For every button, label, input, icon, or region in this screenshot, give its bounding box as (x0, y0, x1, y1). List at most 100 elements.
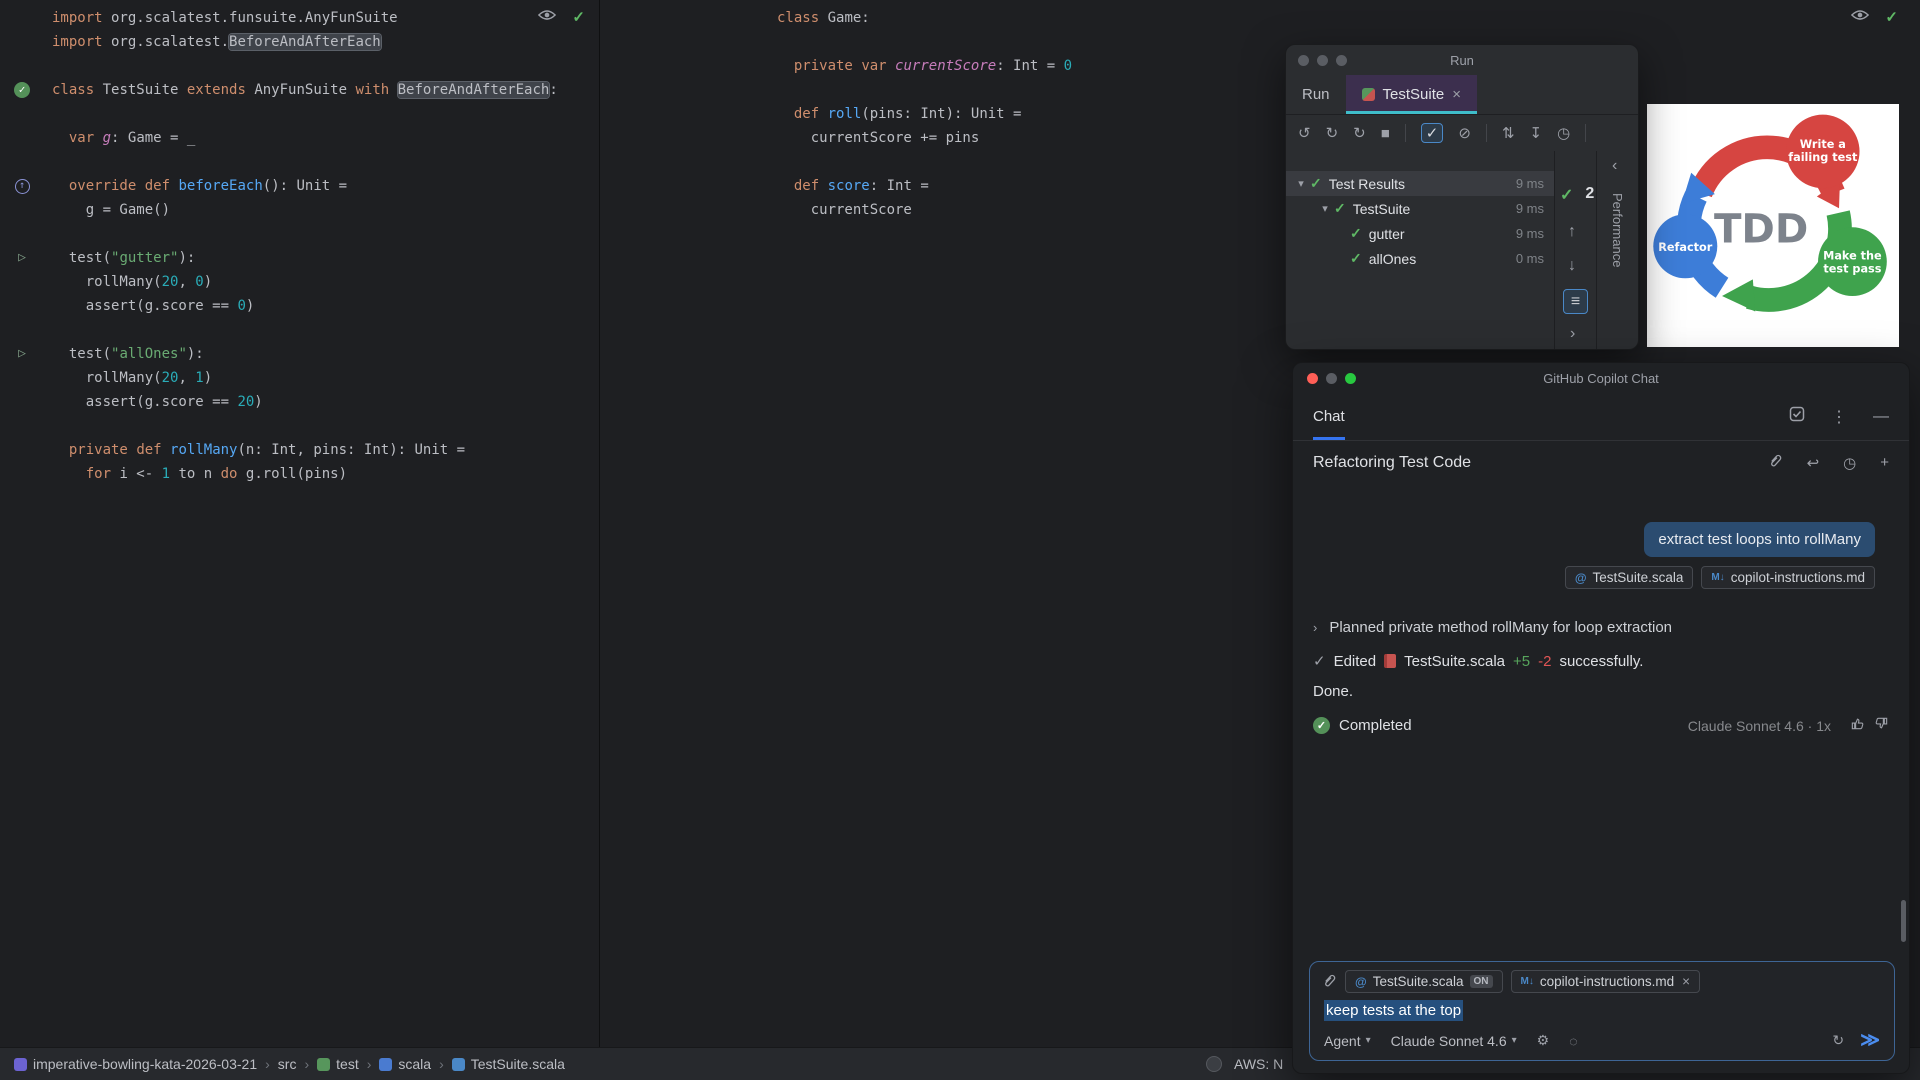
passed-count-label: 2 t (1585, 185, 1596, 202)
breadcrumb-separator: › (366, 1056, 372, 1072)
editor-pane-testsuite[interactable]: import org.scalatest.funsuite.AnyFunSuit… (0, 0, 600, 1047)
tools-icon[interactable]: ⚙ (1537, 1032, 1550, 1049)
undo-icon[interactable]: ↩ (1807, 454, 1820, 472)
filter-tests-icon[interactable]: ≡ (1563, 289, 1588, 314)
test-results-tree[interactable]: ▾ ✓ Test Results 9 ms ▾ ✓ TestSuite 9 ms ✓ gutter… (1286, 151, 1554, 349)
code-text: for i <- 1 to n do g.roll(pins) (85, 466, 348, 482)
session-title: Refactoring Test Code (1313, 453, 1472, 471)
breadcrumb-item[interactable]: src (278, 1056, 297, 1072)
minimize-button[interactable] (1326, 372, 1337, 384)
eye-icon[interactable] (1851, 8, 1870, 26)
test-tree-row[interactable]: ▾ ✓ Test Results 9 ms (1286, 171, 1554, 196)
run-gutter-icon[interactable]: ▷ (0, 342, 44, 366)
send-icon[interactable]: ≫ (1860, 1029, 1880, 1052)
notification-icon[interactable] (1206, 1056, 1222, 1072)
test-tree-row[interactable]: ✓ gutter 9 ms (1286, 221, 1554, 246)
remove-chip-icon[interactable]: × (1682, 974, 1690, 989)
rerun-icon[interactable]: ↺ (1298, 124, 1311, 142)
prompt-input[interactable]: keep tests at the top (1322, 1000, 1882, 1021)
code-area-testsuite[interactable]: import org.scalatest.funsuite.AnyFunSuit… (0, 0, 599, 486)
run-window-titlebar[interactable]: Run (1286, 45, 1638, 75)
performance-tab[interactable]: Performance (1610, 193, 1625, 267)
history-icon[interactable]: ◷ (1843, 454, 1856, 472)
minimize-panel-icon[interactable]: — (1873, 408, 1889, 426)
tab-run[interactable]: Run (1286, 75, 1346, 114)
model-dropdown[interactable]: Claude Sonnet 4.6 ▾ (1391, 1033, 1517, 1049)
copilot-chat-window: GitHub Copilot Chat Chat ⋮ — Refactoring… (1292, 362, 1910, 1074)
code-text: test("gutter"): (52, 250, 196, 266)
inspections-ok-icon[interactable]: ✓ (1885, 8, 1898, 26)
previous-test-icon[interactable]: ↑ (1568, 223, 1576, 241)
test-tree-row[interactable]: ▾ ✓ TestSuite 9 ms (1286, 196, 1554, 221)
breadcrumb-item-label: TestSuite.scala (470, 1056, 565, 1072)
auto-test-icon[interactable]: ↻ (1353, 124, 1366, 142)
eye-icon[interactable] (538, 8, 557, 26)
select-edits-icon[interactable] (1789, 406, 1805, 427)
override-gutter-icon[interactable]: ↑ (0, 178, 44, 194)
close-tab-icon[interactable]: × (1452, 86, 1461, 103)
chat-input-box[interactable]: @ TestSuite.scala ON M↓ copilot-instruct… (1309, 961, 1895, 1061)
context-chips: @ TestSuite.scala M↓ copilot-instructions.m… (1564, 566, 1875, 589)
edited-file-row[interactable]: ✓ Edited TestSuite.scala +5 -2 successfu… (1313, 652, 1643, 671)
toolbar-separator (1404, 124, 1406, 142)
expand-chevron-icon[interactable]: ▾ (1316, 202, 1334, 215)
test-history-icon[interactable]: ◷ (1557, 124, 1570, 142)
edited-filename[interactable]: TestSuite.scala (1404, 653, 1505, 670)
agent-mode-dropdown[interactable]: Agent ▾ (1324, 1033, 1371, 1049)
expand-chevron-icon[interactable]: ▾ (1292, 177, 1310, 190)
test-node-label: gutter (1368, 225, 1405, 242)
inspections-ok-icon[interactable]: ✓ (572, 8, 585, 26)
attach-icon[interactable] (1322, 973, 1337, 991)
expand-panel-icon[interactable]: › (1570, 325, 1575, 343)
context-chip-file[interactable]: @ TestSuite.scala ON (1345, 970, 1503, 993)
runall-gutter-icon[interactable]: ✓ (0, 82, 44, 98)
run-gutter-icon[interactable]: ▷ (0, 246, 44, 270)
show-ignored-icon[interactable]: ⊘ (1458, 124, 1471, 142)
breadcrumb-item[interactable]: imperative-bowling-kata-2026-03-21 (14, 1056, 257, 1072)
attach-icon[interactable] (1768, 453, 1783, 472)
thumbs-up-icon[interactable] (1850, 716, 1865, 735)
test-tree-row[interactable]: ✓ allOnes 0 ms (1286, 246, 1554, 271)
code-line: rollMany(20, 1) (0, 366, 599, 390)
breadcrumb-item[interactable]: TestSuite.scala (451, 1056, 565, 1072)
breadcrumb-item[interactable]: scala (379, 1056, 431, 1072)
zoom-button[interactable] (1336, 54, 1347, 66)
show-passed-icon[interactable]: ✓ (1420, 123, 1444, 143)
breadcrumb-item[interactable]: test (317, 1056, 359, 1072)
run-side-panel: ✓ 2 t ↑ ↓ ≡ › (1554, 151, 1596, 349)
aws-status-label[interactable]: AWS: N (1234, 1056, 1283, 1072)
next-test-icon[interactable]: ↓ (1568, 257, 1576, 275)
close-button[interactable] (1298, 54, 1309, 66)
zoom-button[interactable] (1345, 372, 1356, 384)
rerun-failed-icon[interactable]: ↻ (1326, 124, 1339, 142)
chip-label: copilot-instructions.md (1730, 570, 1865, 585)
context-chip-instructions[interactable]: M↓ copilot-instructions.md × (1510, 970, 1701, 993)
thumbs-down-icon[interactable] (1874, 716, 1889, 735)
tab-label: TestSuite (1382, 86, 1445, 103)
breadcrumb-item-label: scala (398, 1056, 432, 1072)
minimize-button[interactable] (1317, 54, 1328, 66)
close-button[interactable] (1307, 372, 1318, 384)
collapse-strip-icon[interactable]: ‹ (1612, 157, 1617, 175)
context-chip[interactable]: M↓ copilot-instructions.md (1701, 566, 1875, 589)
chat-scrollbar-thumb[interactable] (1901, 900, 1906, 942)
new-chat-icon[interactable]: + (1880, 454, 1889, 471)
run-body: ▾ ✓ Test Results 9 ms ▾ ✓ TestSuite 9 ms ✓ gutter… (1286, 151, 1638, 349)
tab-testsuite[interactable]: TestSuite × (1345, 75, 1478, 114)
secondary-send-icon[interactable]: ↻ (1832, 1032, 1844, 1049)
context-chip[interactable]: @ TestSuite.scala (1564, 566, 1694, 589)
copilot-titlebar[interactable]: GitHub Copilot Chat (1293, 363, 1909, 393)
sort-icon[interactable]: ⇅ (1502, 124, 1515, 142)
kebab-menu-icon[interactable]: ⋮ (1831, 407, 1847, 427)
planned-step-row[interactable]: › Planned private method rollMany for lo… (1313, 619, 1672, 636)
tab-chat[interactable]: Chat (1313, 393, 1345, 440)
toolbar-separator (1585, 124, 1587, 142)
test-passed-icon: ✓ (1350, 250, 1362, 266)
context-usage-icon[interactable]: ◌ (1569, 1033, 1577, 1049)
code-line (0, 150, 599, 174)
breadcrumb-separator: › (265, 1056, 270, 1072)
expand-all-icon[interactable]: ↧ (1530, 124, 1543, 142)
chevron-right-icon[interactable]: › (1313, 620, 1317, 635)
stop-icon[interactable]: ■ (1381, 125, 1390, 142)
